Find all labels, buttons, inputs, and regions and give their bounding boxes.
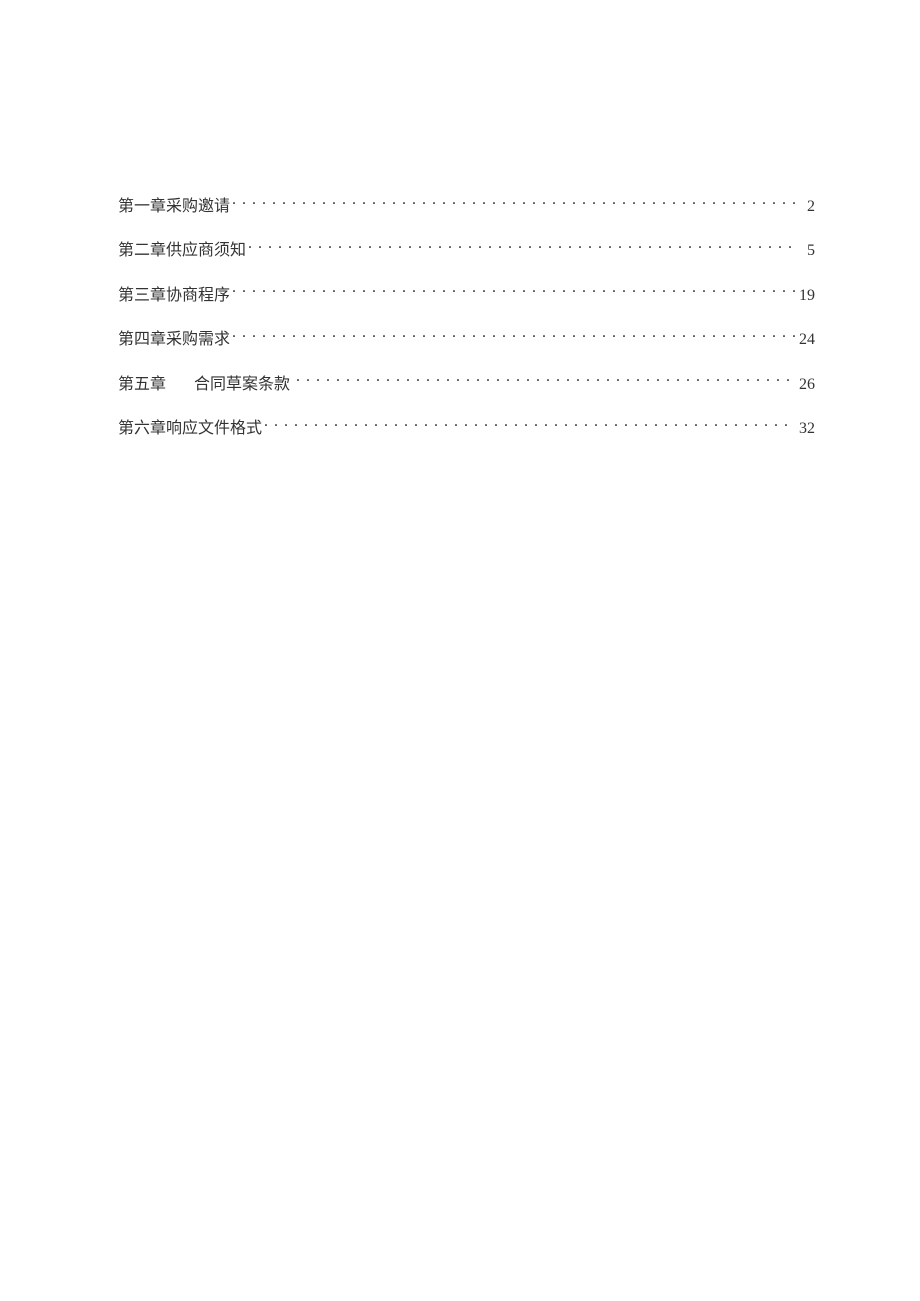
toc-chapter-title: 响应文件格式 <box>166 420 262 437</box>
toc-entry-label: 第二章供应商须知 <box>118 240 246 262</box>
toc-chapter-prefix: 第五章 <box>118 376 166 393</box>
toc-entry: 第六章响应文件格式 32 <box>118 417 815 440</box>
toc-entry: 第一章采购邀请 2 <box>118 195 815 218</box>
toc-chapter-prefix: 第一章 <box>118 198 166 215</box>
toc-page-number: 2 <box>797 196 815 218</box>
toc-chapter-title: 合同草案条款 <box>194 376 290 393</box>
toc-entry: 第五章 合同草案条款 26 <box>118 373 815 396</box>
toc-page-number: 26 <box>797 374 815 396</box>
toc-chapter-prefix: 第三章 <box>118 287 166 304</box>
toc-entry-label: 第五章 合同草案条款 <box>118 374 294 396</box>
document-page: 第一章采购邀请 2 第二章供应商须知 5 第三章协商程序 19 第四章采购需求 … <box>0 0 920 1301</box>
toc-entry: 第三章协商程序 19 <box>118 284 815 307</box>
toc-dot-leader <box>232 284 795 300</box>
toc-chapter-title: 采购需求 <box>166 331 230 348</box>
toc-entry-label: 第三章协商程序 <box>118 285 230 307</box>
toc-dot-leader <box>248 239 795 255</box>
toc-chapter-prefix: 第六章 <box>118 420 166 437</box>
toc-dot-leader <box>232 328 795 344</box>
toc-dot-leader <box>296 373 795 389</box>
toc-page-number: 5 <box>797 240 815 262</box>
toc-chapter-title: 采购邀请 <box>166 198 230 215</box>
toc-chapter-prefix: 第四章 <box>118 331 166 348</box>
toc-entry-label: 第四章采购需求 <box>118 329 230 351</box>
toc-chapter-title: 供应商须知 <box>166 242 246 259</box>
toc-dot-leader <box>232 195 795 211</box>
toc-chapter-prefix: 第二章 <box>118 242 166 259</box>
table-of-contents: 第一章采购邀请 2 第二章供应商须知 5 第三章协商程序 19 第四章采购需求 … <box>118 195 815 440</box>
toc-page-number: 24 <box>797 329 815 351</box>
toc-page-number: 19 <box>797 285 815 307</box>
toc-entry: 第二章供应商须知 5 <box>118 239 815 262</box>
toc-entry-label: 第一章采购邀请 <box>118 196 230 218</box>
toc-dot-leader <box>264 417 795 433</box>
toc-entry: 第四章采购需求 24 <box>118 328 815 351</box>
toc-page-number: 32 <box>797 418 815 440</box>
toc-chapter-title: 协商程序 <box>166 287 230 304</box>
toc-entry-label: 第六章响应文件格式 <box>118 418 262 440</box>
